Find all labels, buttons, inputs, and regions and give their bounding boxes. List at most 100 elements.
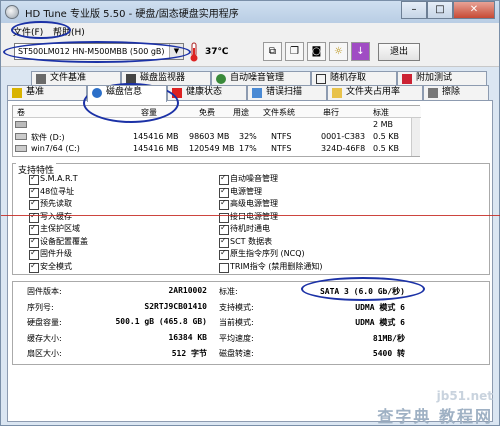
feature-checkbox[interactable]: 电源管理 — [219, 186, 262, 198]
options-icon[interactable]: ☼ — [329, 42, 348, 61]
info-row: 扇区大小: 512 字节 — [27, 348, 207, 359]
partition-row[interactable]: 2 MB — [13, 119, 413, 131]
info-row: 缓存大小: 16384 KB — [27, 333, 207, 344]
row-free: 120549 MB — [189, 144, 235, 153]
tab-file-benchmark[interactable]: 文件基准 — [31, 71, 121, 86]
tab-erase[interactable]: 擦除 — [423, 85, 489, 100]
grid-icon — [252, 88, 262, 98]
minimize-button[interactable]: – — [401, 1, 427, 19]
speaker-icon — [216, 74, 226, 84]
window-title: HD Tune 专业版 5.50 - 硬盘/固态硬盘实用程序 — [25, 9, 239, 20]
tab-label: 磁盘信息 — [106, 87, 143, 97]
partition-list[interactable]: 卷 容量 免费 用途 文件系统 串行 标准 2 MB 软件 (D:) 14541… — [12, 105, 421, 157]
feature-checkbox[interactable]: SCT 数据表 — [219, 236, 272, 248]
menu-bar: 文件(F) 帮助(H) — [1, 23, 499, 39]
partition-list-header: 卷 容量 免费 用途 文件系统 串行 标准 — [13, 106, 421, 118]
row-standard: 0.5 KB — [373, 144, 399, 153]
info-row: 支持模式: UDMA 模式 6 — [219, 302, 405, 313]
tab-label: 附加测试 — [416, 73, 453, 83]
close-button[interactable]: ✕ — [453, 1, 495, 19]
row-capacity: 145416 MB — [133, 144, 179, 153]
tab-health[interactable]: 健康状态 — [167, 85, 247, 100]
feature-checkbox[interactable]: 接口电源管理 — [219, 212, 278, 223]
file-icon — [36, 74, 46, 84]
watermark: jb51.net 查字典 教程网 — [339, 387, 499, 426]
partition-list-scrollbar[interactable] — [411, 118, 420, 156]
row-serial: 0001-C383 — [321, 132, 366, 141]
feature-checkbox[interactable]: 高级电源管理 — [219, 198, 278, 210]
maximize-button[interactable]: □ — [427, 1, 453, 19]
col-standard[interactable]: 标准 — [373, 107, 389, 118]
feature-checkbox[interactable]: 待机时通电 — [219, 223, 270, 235]
tab-aam[interactable]: 自动噪音管理 — [211, 71, 311, 86]
hdtune-window: HD Tune 专业版 5.50 - 硬盘/固态硬盘实用程序 – □ ✕ 文件(… — [0, 0, 500, 426]
col-free[interactable]: 免费 — [199, 107, 215, 118]
tab-label: 擦除 — [442, 87, 461, 97]
tab-extra-tests[interactable]: 附加测试 — [397, 71, 487, 86]
tab-disk-info[interactable]: 磁盘信息 — [87, 85, 167, 102]
info-value: UDMA 模式 6 — [355, 318, 405, 327]
watermark-site: jb51.net — [436, 389, 493, 403]
tab-benchmark[interactable]: 基准 — [7, 85, 87, 100]
ink-circle-help-menu — [11, 21, 71, 39]
info-value: 5400 转 — [372, 349, 405, 358]
disk-info-panel: 卷 容量 免费 用途 文件系统 串行 标准 2 MB 软件 (D:) 14541… — [7, 100, 493, 422]
info-row: 硬盘容量: 500.1 gB (465.8 GB) — [27, 317, 207, 328]
row-free: 98603 MB — [189, 132, 230, 141]
temperature-readout: 37℃ — [205, 47, 229, 57]
partition-row[interactable]: 软件 (D:) 145416 MB 98603 MB 32% NTFS 0001… — [13, 131, 413, 143]
info-value: S2RTJ9CB01410 — [144, 301, 207, 311]
caption-buttons: – □ ✕ — [401, 1, 495, 19]
tab-error-scan[interactable]: 错误扫描 — [247, 85, 327, 100]
feature-checkbox[interactable]: TRIM指令 (禁用删除通知) — [219, 262, 323, 273]
info-row: 平均速度: 81MB/秒 — [219, 333, 405, 344]
info-value: 2AR10002 — [168, 286, 207, 295]
feature-checkbox[interactable]: 固件升级 — [29, 248, 72, 260]
tab-label: 健康状态 — [186, 87, 223, 97]
info-label: 扇区大小: — [27, 349, 62, 358]
info-row: 固件版本: 2AR10002 — [27, 286, 207, 297]
info-label: 缓存大小: — [27, 333, 62, 343]
row-volume: win7/64 (C:) — [31, 144, 80, 153]
copy-icon[interactable]: ⧉ — [263, 42, 282, 61]
info-row: 当前模式: UDMA 模式 6 — [219, 317, 405, 328]
row-volume: 软件 (D:) — [31, 133, 65, 142]
feature-checkbox[interactable]: 预先读取 — [29, 198, 72, 210]
tab-label: 错误扫描 — [266, 87, 303, 97]
row-standard: 0.5 KB — [373, 132, 399, 141]
col-volume[interactable]: 卷 — [17, 107, 25, 118]
title-bar: HD Tune 专业版 5.50 - 硬盘/固态硬盘实用程序 – □ ✕ — [1, 1, 499, 23]
camera-icon[interactable]: ◙ — [307, 42, 326, 61]
info-value: 16384 KB — [168, 332, 207, 342]
tab-row-bottom: 基准 磁盘信息 健康状态 错误扫描 文件夹占用率 擦除 — [1, 85, 499, 102]
tab-folder-usage[interactable]: 文件夹占用率 — [327, 85, 423, 100]
feature-checkbox[interactable]: 设备配置覆盖 — [29, 236, 88, 248]
tab-random-access[interactable]: 随机存取 — [311, 71, 397, 86]
info-label: 磁盘转速: — [219, 349, 254, 358]
row-filesystem: NTFS — [271, 132, 292, 141]
exit-button[interactable]: 退出 — [378, 43, 420, 61]
tab-label: 随机存取 — [330, 73, 367, 83]
col-serial[interactable]: 串行 — [323, 107, 339, 118]
feature-checkbox[interactable]: 安全模式 — [29, 261, 72, 273]
trash-icon — [428, 88, 438, 98]
col-usage[interactable]: 用途 — [233, 107, 249, 118]
ink-circle-drive-select — [3, 41, 191, 63]
feature-checkbox[interactable]: 写入缓存 — [29, 211, 72, 223]
checkbox-icon — [316, 74, 326, 84]
feature-checkbox[interactable]: 主保护区域 — [29, 223, 80, 235]
info-value: UDMA 模式 6 — [355, 302, 405, 312]
col-filesystem[interactable]: 文件系统 — [263, 107, 295, 118]
tab-label: 基准 — [26, 87, 45, 97]
feature-checkbox[interactable]: 自动噪音管理 — [219, 173, 278, 185]
feature-checkbox[interactable]: S.M.A.R.T — [29, 173, 78, 185]
partition-row[interactable]: win7/64 (C:) 145416 MB 120549 MB 17% NTF… — [13, 143, 413, 155]
info-value: 500.1 gB (465.8 GB) — [115, 317, 207, 326]
download-icon[interactable]: ↓ — [351, 42, 370, 61]
feature-checkbox[interactable]: 48位寻址 — [29, 186, 74, 198]
info-label: 固件版本: — [27, 287, 62, 296]
feature-checkbox[interactable]: 原生指令序列 (NCQ) — [219, 248, 305, 260]
copy-all-icon[interactable]: ❐ — [285, 42, 304, 61]
windows-drive-icon — [15, 145, 27, 152]
info-value: 512 字节 — [171, 349, 207, 358]
